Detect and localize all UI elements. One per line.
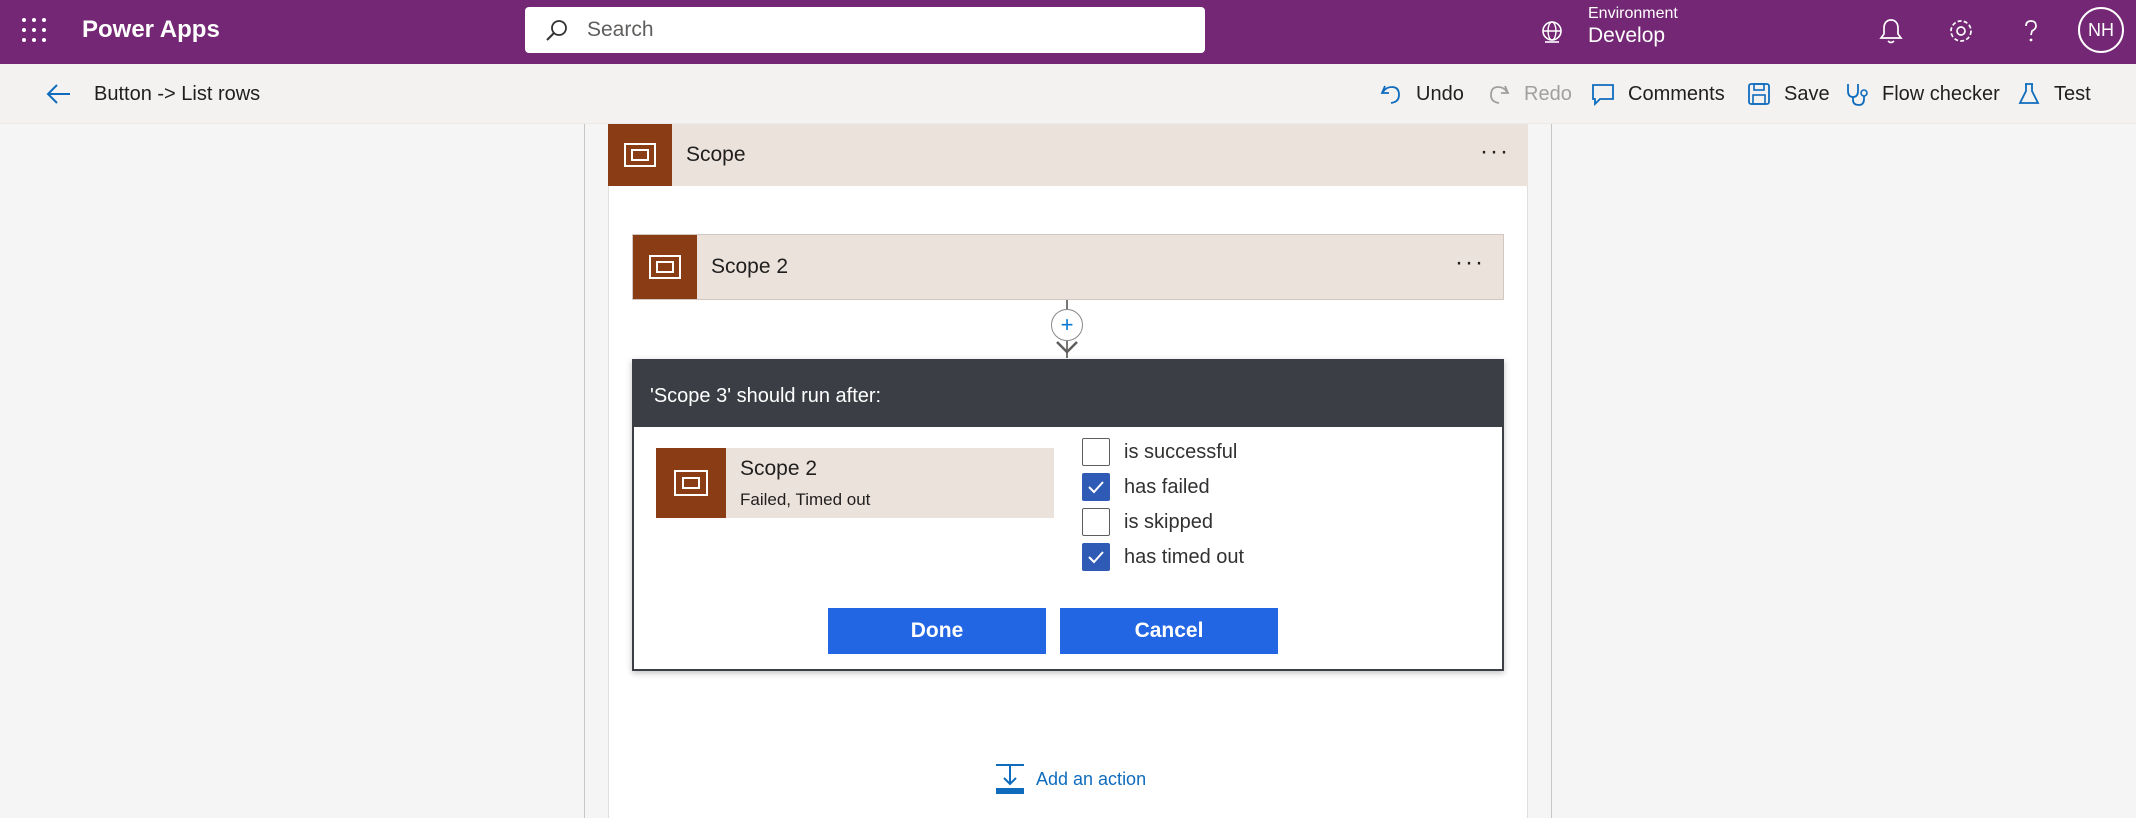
search-box[interactable]: [525, 7, 1205, 53]
add-an-action-button[interactable]: Add an action: [994, 762, 1146, 796]
run-after-dialog: 'Scope 3' should run after: Scope 2 Fail…: [632, 359, 1504, 671]
search-icon: [546, 20, 567, 41]
flow-title: Button -> List rows: [94, 83, 261, 105]
comments-label: Comments: [1628, 82, 1725, 105]
scope2-title: Scope 2: [711, 255, 789, 278]
option-has-timed-out[interactable]: has timed out: [1082, 542, 1244, 572]
scope-icon: [633, 235, 697, 299]
done-button[interactable]: Done: [828, 608, 1046, 654]
run-after-action-name: Scope 2: [740, 457, 818, 480]
scope-icon: [608, 124, 672, 186]
test-label: Test: [2054, 82, 2091, 105]
run-after-action-card: Scope 2 Failed, Timed out: [656, 448, 1054, 518]
option-label: is successful: [1124, 440, 1238, 463]
comment-icon: [1592, 84, 1614, 107]
checkbox-has-timed-out[interactable]: [1082, 543, 1110, 571]
more-options-icon[interactable]: ···: [1455, 251, 1485, 275]
scope-icon: [656, 448, 726, 518]
search-input[interactable]: [587, 7, 1187, 53]
option-label: is skipped: [1124, 510, 1213, 533]
redo-label: Redo: [1524, 82, 1572, 105]
undo-icon: [1380, 85, 1400, 104]
undo-button[interactable]: Undo: [1378, 78, 1464, 110]
more-options-icon[interactable]: ···: [1480, 140, 1510, 164]
checkbox-has-failed[interactable]: [1082, 473, 1110, 501]
scope2-card[interactable]: Scope 2 ···: [632, 234, 1504, 300]
environment-name[interactable]: Develop: [1588, 24, 1665, 48]
command-bar: Button -> List rows Undo Redo Comments S…: [0, 64, 2136, 124]
test-button[interactable]: Test: [2016, 78, 2091, 110]
back-arrow-icon[interactable]: [44, 80, 72, 108]
settings-gear-icon[interactable]: [1946, 16, 1976, 46]
flow-checker-button[interactable]: Flow checker: [1844, 78, 2000, 110]
dialog-title: 'Scope 3' should run after:: [650, 385, 882, 407]
notifications-bell-icon[interactable]: [1876, 16, 1906, 46]
checkmark-icon: [1088, 551, 1104, 564]
checkbox-is-skipped[interactable]: [1082, 508, 1110, 536]
arrow-down-icon: [1056, 341, 1078, 354]
stethoscope-icon: [1847, 84, 1868, 106]
environment-icon[interactable]: [1538, 18, 1566, 46]
option-label: has failed: [1124, 475, 1210, 498]
option-has-failed[interactable]: has failed: [1082, 472, 1210, 502]
app-name[interactable]: Power Apps: [82, 16, 220, 44]
cancel-button[interactable]: Cancel: [1060, 608, 1278, 654]
flow-checker-label: Flow checker: [1882, 82, 2000, 105]
scope-card-header[interactable]: Scope ···: [608, 124, 1528, 186]
comments-button[interactable]: Comments: [1590, 78, 1725, 110]
dialog-header: 'Scope 3' should run after:: [634, 361, 1502, 427]
checkbox-is-successful[interactable]: [1082, 438, 1110, 466]
save-label: Save: [1784, 82, 1830, 105]
scope-title: Scope: [686, 143, 746, 166]
app-launcher-icon[interactable]: [22, 18, 48, 44]
save-icon: [1748, 83, 1770, 105]
option-label: has timed out: [1124, 545, 1245, 568]
environment-label: Environment: [1588, 5, 1678, 22]
option-is-successful[interactable]: is successful: [1082, 437, 1237, 467]
redo-icon: [1490, 85, 1510, 104]
top-header-bar: Power Apps Environment Develop NH: [0, 0, 2136, 64]
option-is-skipped[interactable]: is skipped: [1082, 507, 1213, 537]
help-icon[interactable]: [2016, 16, 2046, 46]
add-action-icon: [996, 764, 1024, 794]
user-avatar[interactable]: NH: [2078, 7, 2124, 53]
redo-button[interactable]: Redo: [1486, 78, 1572, 110]
run-after-action-status: Failed, Timed out: [740, 490, 871, 509]
add-an-action-label: Add an action: [1036, 768, 1147, 789]
save-button[interactable]: Save: [1746, 78, 1830, 110]
undo-label: Undo: [1416, 82, 1464, 105]
checkmark-icon: [1088, 481, 1104, 494]
flask-icon: [2018, 83, 2040, 104]
